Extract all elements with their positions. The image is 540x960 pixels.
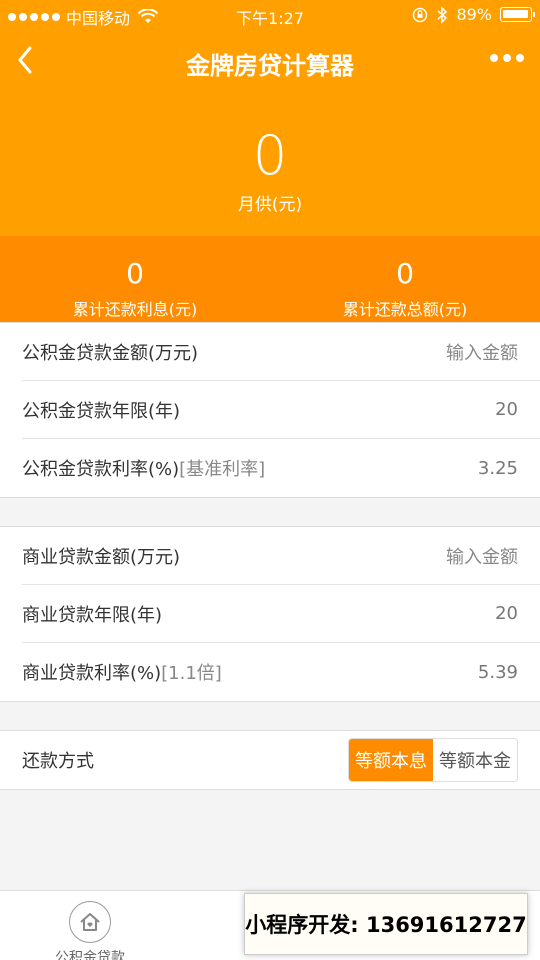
commercial-years-label: 商业贷款年限(年): [22, 604, 163, 626]
status-right: 89%: [412, 5, 535, 24]
more-dot-icon: [490, 54, 498, 62]
orientation-lock-icon: [413, 7, 428, 22]
fund-years-row[interactable]: 公积金贷款年限(年) 20: [22, 381, 540, 439]
battery-icon: [500, 7, 535, 22]
fund-rate-value[interactable]: 3.25: [478, 458, 518, 479]
commercial-years-value[interactable]: 20: [495, 603, 518, 624]
contact-banner: 小程序开发: 13691612727: [244, 893, 528, 955]
fund-years-label: 公积金贷款年限(年): [22, 400, 181, 422]
house-icon: [69, 901, 111, 943]
status-bar: 中国移动 下午1:27 89%: [0, 0, 540, 30]
option-equal-installment[interactable]: 等额本息: [349, 739, 433, 781]
repayment-method-label: 还款方式: [22, 751, 94, 772]
fund-amount-row[interactable]: 公积金贷款金额(万元) 输入金额: [22, 323, 540, 381]
commercial-amount-row[interactable]: 商业贷款金额(万元) 输入金额: [22, 527, 540, 585]
fund-rate-label: 公积金贷款利率(%)[基准利率]: [22, 455, 265, 481]
fund-amount-label: 公积金贷款金额(万元): [22, 342, 199, 364]
monthly-payment-panel: 0 月供(元): [0, 92, 540, 236]
page-title: 金牌房贷计算器: [186, 52, 354, 80]
totals-panel: 0 累计还款利息(元) 0 累计还款总额(元): [0, 236, 540, 322]
repayment-method-group: 还款方式 等额本息 等额本金: [0, 730, 540, 790]
fund-rate-tag: [基准利率]: [179, 459, 266, 480]
commercial-amount-label: 商业贷款金额(万元): [22, 546, 181, 568]
more-dot-icon: [503, 54, 511, 62]
battery-fill: [503, 10, 528, 18]
fund-years-value[interactable]: 20: [495, 399, 518, 420]
total-repayment-value: 0: [396, 257, 414, 290]
fund-rate-label-text: 公积金贷款利率(%): [22, 459, 180, 480]
total-interest-label: 累计还款利息(元): [72, 300, 198, 319]
fund-loan-group: 公积金贷款金额(万元) 输入金额 公积金贷款年限(年) 20 公积金贷款利率(%…: [0, 322, 540, 498]
monthly-payment-label: 月供(元): [237, 195, 303, 215]
commercial-rate-label: 商业贷款利率(%)[1.1倍]: [22, 659, 222, 685]
tab-fund-loan[interactable]: 公积金贷款: [0, 891, 180, 960]
commercial-rate-label-text: 商业贷款利率(%): [22, 663, 162, 684]
total-repayment-label: 累计还款总额(元): [342, 300, 468, 319]
commercial-rate-row[interactable]: 商业贷款利率(%)[1.1倍] 5.39: [22, 643, 540, 701]
commercial-rate-tag: [1.1倍]: [161, 663, 222, 684]
monthly-payment-value: 0: [252, 124, 288, 187]
fund-amount-input[interactable]: 输入金额: [446, 339, 518, 365]
commercial-rate-value[interactable]: 5.39: [478, 662, 518, 683]
repayment-method-row: 还款方式 等额本息 等额本金: [22, 731, 540, 789]
total-repayment: 0 累计还款总额(元): [270, 236, 540, 322]
fund-rate-row[interactable]: 公积金贷款利率(%)[基准利率] 3.25: [22, 439, 540, 497]
battery-percent: 89%: [456, 5, 492, 24]
nav-bar: 金牌房贷计算器: [0, 30, 540, 92]
commercial-loan-group: 商业贷款金额(万元) 输入金额 商业贷款年限(年) 20 商业贷款利率(%)[1…: [0, 526, 540, 702]
total-interest: 0 累计还款利息(元): [0, 236, 270, 322]
repayment-method-switch: 等额本息 等额本金: [348, 738, 518, 782]
option-equal-principal[interactable]: 等额本金: [433, 739, 517, 781]
bluetooth-icon: [437, 5, 448, 24]
commercial-amount-input[interactable]: 输入金额: [446, 543, 518, 569]
tab-fund-loan-label: 公积金贷款: [55, 950, 125, 960]
more-dot-icon: [516, 54, 524, 62]
more-button[interactable]: [490, 54, 524, 62]
total-interest-value: 0: [126, 257, 144, 290]
commercial-years-row[interactable]: 商业贷款年限(年) 20: [22, 585, 540, 643]
